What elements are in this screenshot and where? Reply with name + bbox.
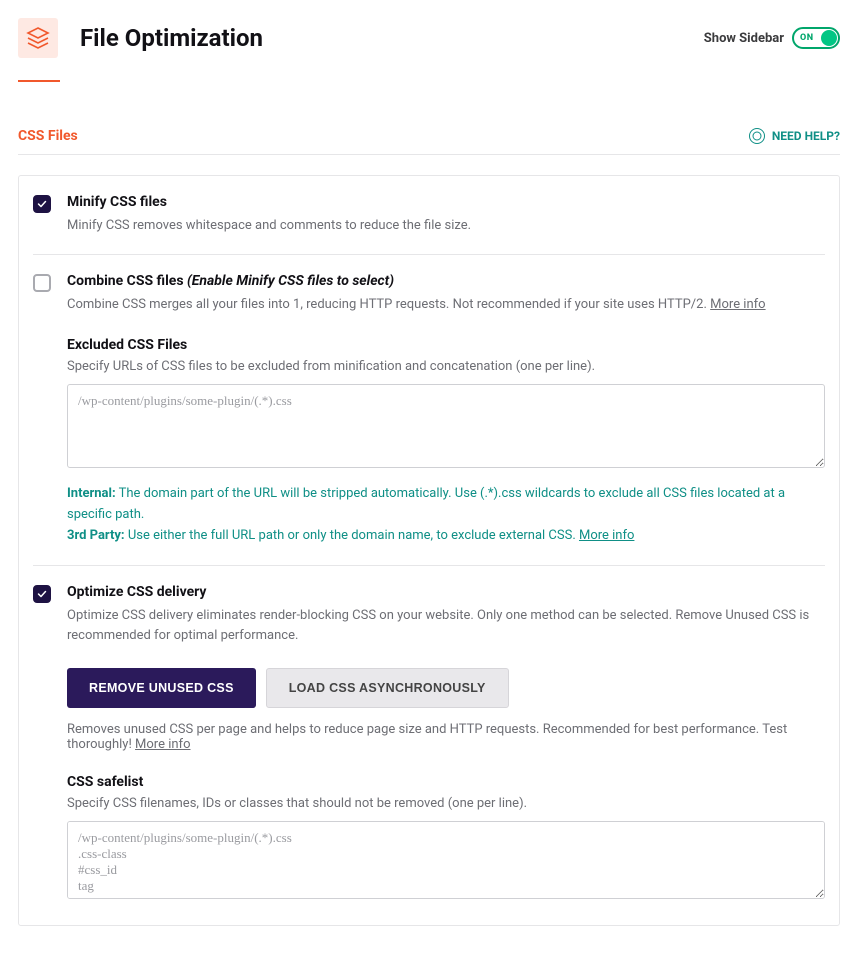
excluded-css-label: Excluded CSS Files	[67, 337, 825, 353]
page: File Optimization Show Sidebar ON CSS Fi…	[0, 0, 858, 954]
combine-css-title-hint: (Enable Minify CSS files to select)	[187, 273, 394, 289]
show-sidebar-toggle[interactable]: ON	[792, 27, 840, 49]
option-minify-css: Minify CSS files Minify CSS removes whit…	[33, 176, 825, 255]
optimize-css-desc: Optimize CSS delivery eliminates render-…	[67, 606, 825, 646]
section-header: CSS Files NEED HELP?	[18, 128, 840, 155]
toggle-knob	[821, 30, 837, 46]
combine-css-more-link[interactable]: More info	[710, 297, 765, 312]
tab-underline-indicator	[18, 80, 60, 82]
css-safelist-block: CSS safelist Specify CSS filenames, IDs …	[67, 774, 825, 903]
optimize-css-title: Optimize CSS delivery	[67, 584, 825, 600]
excluded-css-desc: Specify URLs of CSS files to be excluded…	[67, 359, 825, 374]
minify-css-checkbox[interactable]	[33, 195, 51, 213]
need-help-label: NEED HELP?	[772, 129, 840, 143]
layers-icon	[26, 26, 50, 50]
show-sidebar-label: Show Sidebar	[704, 31, 784, 46]
combine-css-checkbox[interactable]	[33, 274, 51, 292]
excluded-css-block: Excluded CSS Files Specify URLs of CSS f…	[67, 337, 825, 546]
optimize-css-checkbox[interactable]	[33, 585, 51, 603]
note-internal-text: The domain part of the URL will be strip…	[67, 486, 785, 522]
note-internal-label: Internal:	[67, 486, 116, 501]
option-combine-css: Combine CSS files (Enable Minify CSS fil…	[33, 255, 825, 566]
note-thirdparty-label: 3rd Party:	[67, 528, 125, 543]
combine-css-title-text: Combine CSS files	[67, 273, 187, 289]
remove-unused-css-desc: Removes unused CSS per page and helps to…	[67, 722, 825, 752]
css-safelist-label: CSS safelist	[67, 774, 825, 790]
check-icon	[36, 588, 48, 600]
combine-css-desc: Combine CSS merges all your files into 1…	[67, 295, 825, 315]
help-icon	[749, 128, 765, 144]
toggle-on-text: ON	[800, 33, 814, 43]
combine-css-desc-text: Combine CSS merges all your files into 1…	[67, 297, 710, 312]
optimize-css-mode-buttons: REMOVE UNUSED CSS LOAD CSS ASYNCHRONOUSL…	[67, 668, 825, 708]
need-help-link[interactable]: NEED HELP?	[749, 128, 840, 144]
css-safelist-textarea[interactable]	[67, 821, 825, 899]
section-title: CSS Files	[18, 128, 78, 144]
option-optimize-css: Optimize CSS delivery Optimize CSS deliv…	[33, 566, 825, 903]
minify-css-desc: Minify CSS removes whitespace and commen…	[67, 216, 825, 236]
excluded-css-note: Internal: The domain part of the URL wil…	[67, 484, 825, 546]
minify-css-title: Minify CSS files	[67, 194, 825, 210]
combine-css-title: Combine CSS files (Enable Minify CSS fil…	[67, 273, 825, 289]
remove-unused-css-button[interactable]: REMOVE UNUSED CSS	[67, 668, 256, 708]
note-thirdparty-text: Use either the full URL path or only the…	[125, 528, 579, 543]
settings-panel: Minify CSS files Minify CSS removes whit…	[18, 175, 840, 926]
check-icon	[36, 198, 48, 210]
css-safelist-desc: Specify CSS filenames, IDs or classes th…	[67, 796, 825, 811]
load-css-async-button[interactable]: LOAD CSS ASYNCHRONOUSLY	[266, 668, 509, 708]
page-icon-box	[18, 18, 58, 58]
excluded-css-textarea[interactable]	[67, 384, 825, 468]
page-title: File Optimization	[80, 24, 263, 52]
remove-unused-css-more-link[interactable]: More info	[135, 737, 190, 752]
note-thirdparty-more-link[interactable]: More info	[579, 528, 634, 543]
page-header: File Optimization Show Sidebar ON	[18, 18, 840, 58]
